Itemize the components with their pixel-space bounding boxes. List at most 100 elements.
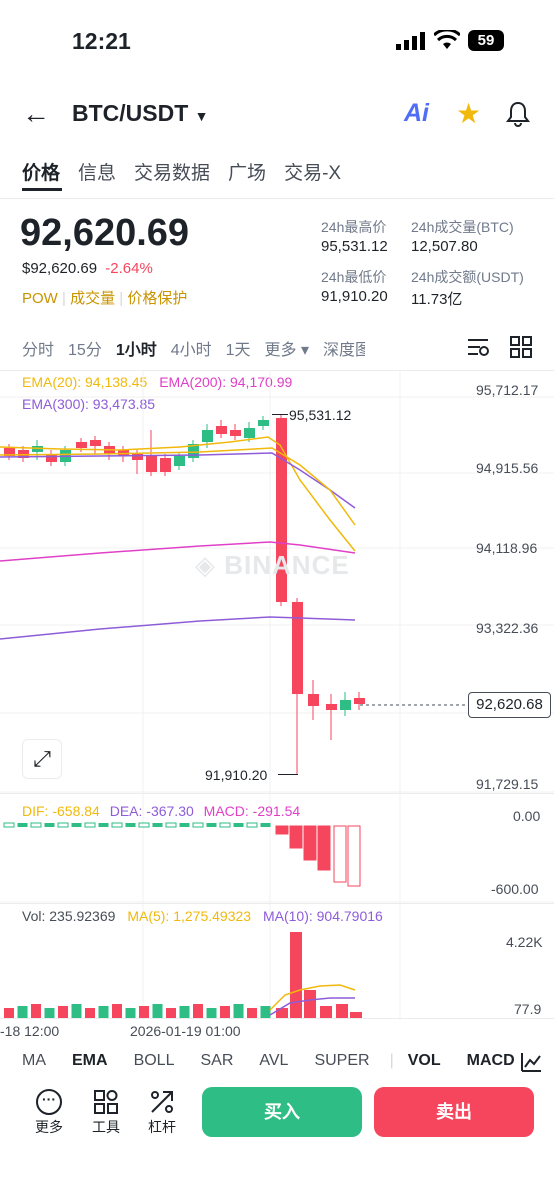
macd-bar: [138, 822, 150, 828]
candle: [326, 704, 337, 710]
tag-volume[interactable]: 成交量: [70, 290, 115, 307]
volume-bar: [58, 1006, 68, 1018]
low-marker: 91,910.20: [205, 767, 268, 783]
tools-icon: [94, 1090, 118, 1114]
status-time: 12:21: [72, 28, 131, 54]
divider: [0, 793, 554, 794]
grid-layout-icon[interactable]: [510, 336, 532, 358]
volume-bar: [247, 1008, 257, 1018]
star-icon[interactable]: ★: [456, 97, 481, 130]
volume-bar: [98, 1006, 109, 1018]
indicator-avl[interactable]: AVL: [259, 1052, 288, 1069]
indicator-vol[interactable]: VOL: [408, 1052, 441, 1069]
status-bar: 12:21 59: [0, 0, 554, 80]
macd-bar: [347, 825, 361, 887]
macd-bar: [125, 823, 136, 827]
tools-tool[interactable]: 工具: [86, 1089, 126, 1137]
vol-value-legend: Vol: 235.92369: [22, 908, 116, 924]
macd-bar: [165, 822, 177, 828]
sell-button[interactable]: 卖出: [374, 1087, 534, 1137]
macd-bar: [84, 822, 96, 828]
volume-bar: [179, 1006, 190, 1018]
main-tabs: 价格 信息 交易数据 广场 交易-X: [22, 158, 359, 185]
vol-legend: Vol: 235.92369 MA(5): 1,275.49323 MA(10)…: [22, 908, 383, 924]
tag-row: POW | 成交量 | 价格保护: [22, 290, 188, 307]
macd-bar: [260, 823, 271, 827]
y-tick: 94,118.96: [476, 540, 538, 556]
volume-bar: [44, 1008, 55, 1018]
interval-15m[interactable]: 15分: [68, 342, 102, 359]
vol-usdt-label: 24h成交额(USDT): [411, 269, 524, 285]
tab-info[interactable]: 信息: [78, 163, 116, 184]
indicator-chart-icon[interactable]: [520, 1051, 542, 1073]
tab-square[interactable]: 广场: [228, 163, 266, 184]
bell-icon[interactable]: [506, 101, 530, 127]
expand-icon[interactable]: ⤢: [22, 739, 62, 779]
interval-1h[interactable]: 1小时: [116, 342, 157, 359]
more-label: 更多: [35, 1119, 63, 1135]
wifi-icon: [434, 30, 460, 49]
chart-settings-icon[interactable]: [466, 336, 490, 358]
candle: [258, 420, 269, 426]
tab-trade-x[interactable]: 交易-X: [284, 163, 341, 184]
indicator-macd[interactable]: MACD: [467, 1052, 515, 1069]
macd-histogram: [3, 822, 361, 887]
volume-bar: [125, 1008, 136, 1018]
tab-price[interactable]: 价格: [22, 163, 60, 184]
candle: [292, 602, 303, 694]
low-value: 91,910.20: [321, 288, 388, 305]
divider: [0, 903, 554, 904]
volume-bar: [166, 1008, 176, 1018]
back-arrow-icon[interactable]: ←: [22, 100, 50, 128]
volume-bar: [112, 1004, 122, 1018]
price-change: -2.64%: [105, 260, 153, 277]
interval-more[interactable]: 更多 ▾: [265, 342, 309, 359]
buy-button[interactable]: 买入: [202, 1087, 362, 1137]
x-tick: 2026-01-19 01:00: [130, 1023, 241, 1039]
watermark-text: BINANCE: [224, 550, 350, 580]
pair-title: BTC/USDT: [72, 100, 189, 126]
indicator-ema[interactable]: EMA: [72, 1052, 108, 1069]
signal-icon: [396, 32, 425, 50]
interval-4h[interactable]: 4小时: [171, 342, 212, 359]
more-tool[interactable]: ··· 更多: [29, 1089, 69, 1137]
y-tick: 91,729.15: [476, 776, 539, 792]
macd-bar: [275, 825, 289, 835]
pair-selector[interactable]: BTC/USDT ▼: [72, 100, 209, 127]
macd-legend: DIF: -658.84 DEA: -367.30 MACD: -291.54: [22, 803, 300, 819]
ma5-legend: MA(5): 1,275.49323: [127, 908, 252, 924]
indicator-ma[interactable]: MA: [22, 1052, 46, 1069]
indicator-sar[interactable]: SAR: [200, 1052, 233, 1069]
tag-pow[interactable]: POW: [22, 290, 58, 307]
candle: [354, 698, 365, 704]
macd-bar: [206, 823, 217, 827]
indicator-tabs: MA EMA BOLL SAR AVL SUPER | VOL MACD: [22, 1052, 515, 1069]
candle: [244, 428, 255, 438]
tag-price-protect[interactable]: 价格保护: [127, 290, 187, 307]
candle: [216, 426, 227, 434]
interval-depth[interactable]: 深度图: [323, 336, 365, 360]
vol-y-tick: 4.22K: [506, 934, 543, 950]
volume-bar: [206, 1008, 217, 1018]
macd-bar: [303, 825, 317, 861]
interval-time[interactable]: 分时: [22, 342, 54, 359]
leverage-tool[interactable]: 杠杆: [142, 1089, 182, 1137]
volume-bar: [304, 990, 316, 1018]
volume-bar: [193, 1004, 203, 1018]
vol-btc-value: 12,507.80: [411, 238, 478, 255]
high-marker: 95,531.12: [289, 407, 352, 423]
leverage-label: 杠杆: [148, 1119, 176, 1135]
volume-bar: [152, 1004, 163, 1018]
macd-bar: [98, 823, 109, 827]
ai-icon[interactable]: Ai: [404, 99, 429, 128]
interval-1d[interactable]: 1天: [226, 342, 251, 359]
tab-trade-data[interactable]: 交易数据: [134, 163, 210, 184]
indicator-super[interactable]: SUPER: [314, 1052, 369, 1069]
x-tick: -18 12:00: [0, 1023, 60, 1039]
indicator-boll[interactable]: BOLL: [134, 1052, 175, 1069]
last-price: 92,620.69: [20, 212, 190, 254]
low-marker-line: [278, 774, 298, 775]
macd-bar: [246, 822, 258, 828]
high-marker-line: [272, 414, 288, 415]
macd-bar: [111, 822, 123, 828]
